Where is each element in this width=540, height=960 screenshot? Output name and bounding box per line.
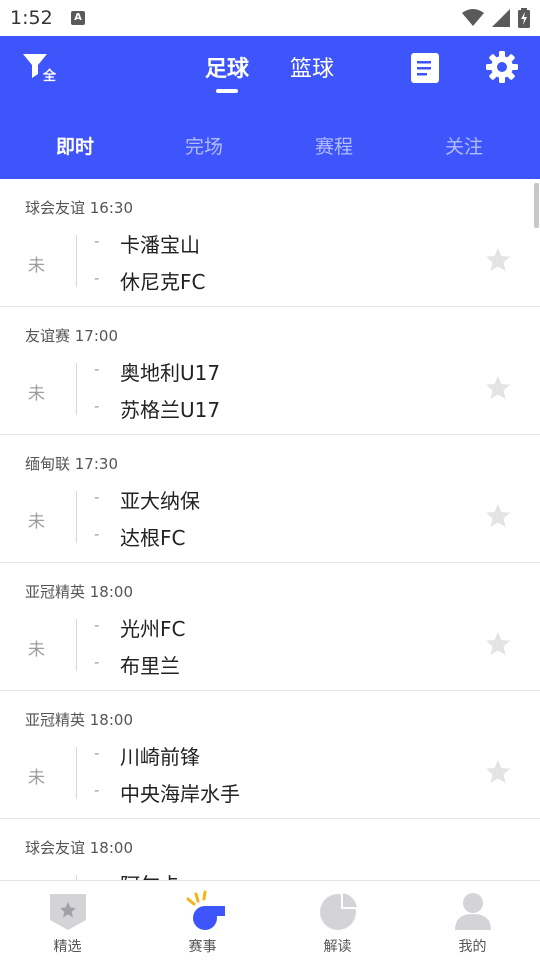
away-score: - (94, 781, 100, 799)
nav-item-matches[interactable]: 赛事 (135, 881, 270, 960)
nav-item-featured[interactable]: 精选 (0, 881, 135, 960)
away-team: 达根FC (120, 526, 186, 550)
scrollbar[interactable] (534, 183, 539, 228)
active-tab-indicator (216, 89, 238, 93)
match-row[interactable]: 缅甸联 17:30 未 - 亚大纳保 - 达根FC (0, 435, 540, 563)
tab-following[interactable]: 关注 (399, 132, 529, 159)
sub-tab-bar: 即时 完场 赛程 关注 (0, 132, 540, 166)
tab-football-label: 足球 (205, 57, 250, 82)
status-time: 1:52 (10, 7, 53, 29)
home-team: 光州FC (120, 617, 186, 641)
league-time: 亚冠精英 18:00 (25, 583, 133, 601)
divider (76, 491, 77, 543)
person-icon (455, 893, 491, 930)
home-team: 阿尔卡 (120, 869, 180, 880)
home-score: - (94, 616, 100, 634)
match-status: 未 (28, 512, 45, 532)
match-row[interactable]: 亚冠精英 18:00 未 - 光州FC - 布里兰 (0, 563, 540, 691)
home-score: - (94, 872, 99, 880)
star-icon[interactable] (484, 246, 512, 274)
home-team: 奥地利U17 (120, 361, 221, 385)
nav-label: 我的 (458, 939, 487, 955)
gear-icon (486, 51, 518, 83)
home-team: 亚大纳保 (120, 489, 200, 513)
home-score: - (94, 232, 100, 250)
filter-button[interactable]: 全 (22, 52, 60, 86)
status-bar: 1:52 A (0, 0, 540, 36)
league-time: 球会友谊 18:00 (25, 839, 133, 857)
tab-schedule[interactable]: 赛程 (269, 132, 399, 159)
divider (76, 235, 77, 287)
tab-basketball[interactable]: 篮球 (290, 51, 334, 83)
shield-star-icon (50, 894, 86, 930)
away-score: - (94, 653, 100, 671)
app-header: 全 足球 篮球 即时 完场 赛程 关注 (0, 36, 540, 179)
match-status: 未 (28, 256, 45, 276)
away-score: - (94, 397, 100, 415)
match-status: 未 (28, 640, 45, 660)
league-time: 亚冠精英 18:00 (25, 711, 133, 729)
match-row[interactable]: 球会友谊 16:30 未 - 卡潘宝山 - 休尼克FC (0, 179, 540, 307)
divider (76, 747, 77, 799)
match-status: 未 (28, 768, 45, 788)
home-score: - (94, 744, 100, 762)
home-team: 卡潘宝山 (120, 233, 200, 257)
tab-finished[interactable]: 完场 (139, 132, 269, 159)
match-status: 未 (28, 384, 45, 404)
bottom-nav: 精选 赛事 解读 我的 (0, 880, 540, 960)
nav-label: 赛事 (188, 939, 217, 955)
tab-football[interactable]: 足球 (205, 51, 250, 93)
match-row[interactable]: 球会友谊 18:00 未 - 阿尔卡 - (0, 819, 540, 880)
notification-icon: A (71, 11, 85, 25)
match-row[interactable]: 亚冠精英 18:00 未 - 川崎前锋 - 中央海岸水手 (0, 691, 540, 819)
tab-basketball-label: 篮球 (290, 57, 335, 82)
away-score: - (94, 525, 100, 543)
settings-button[interactable] (486, 51, 518, 83)
away-team: 苏格兰U17 (120, 398, 221, 422)
star-icon[interactable] (484, 758, 512, 786)
divider (76, 363, 77, 415)
nav-label: 精选 (53, 939, 82, 955)
star-icon[interactable] (484, 374, 512, 402)
league-time: 球会友谊 16:30 (25, 199, 133, 217)
divider (76, 619, 77, 671)
battery-icon (518, 8, 530, 28)
pie-chart-icon (320, 890, 360, 930)
league-time: 缅甸联 17:30 (25, 455, 118, 473)
wifi-icon (462, 9, 484, 26)
away-team: 布里兰 (120, 654, 180, 678)
away-team: 休尼克FC (120, 270, 206, 294)
home-score: - (94, 488, 100, 506)
match-list[interactable]: 球会友谊 16:30 未 - 卡潘宝山 - 休尼克FC 友谊赛 17:00 未 … (0, 179, 540, 880)
whistle-icon (186, 890, 225, 930)
status-icons (462, 7, 530, 29)
nav-label: 解读 (323, 939, 352, 955)
home-team: 川崎前锋 (120, 745, 200, 769)
home-score: - (94, 360, 100, 378)
league-time: 友谊赛 17:00 (25, 327, 118, 345)
filter-label: 全 (43, 69, 57, 84)
document-icon (411, 53, 439, 83)
cell-signal-icon (492, 9, 510, 27)
nav-item-profile[interactable]: 我的 (405, 881, 540, 960)
document-button[interactable] (411, 53, 439, 83)
nav-item-insights[interactable]: 解读 (270, 881, 405, 960)
away-score: - (94, 269, 100, 287)
away-team: 中央海岸水手 (120, 782, 240, 806)
star-icon[interactable] (484, 630, 512, 658)
star-icon[interactable] (484, 502, 512, 530)
tab-live[interactable]: 即时 (10, 132, 140, 159)
match-row[interactable]: 友谊赛 17:00 未 - 奥地利U17 - 苏格兰U17 (0, 307, 540, 435)
